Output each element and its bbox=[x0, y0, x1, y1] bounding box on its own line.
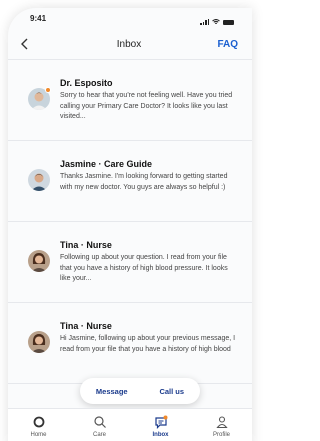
home-icon bbox=[33, 416, 44, 428]
page-title: Inbox bbox=[116, 39, 142, 50]
tab-care[interactable]: Care bbox=[80, 415, 120, 441]
message-item[interactable]: Tina · Nurse Hi Jasmine, following up ab… bbox=[8, 303, 252, 384]
message-preview: Thanks Jasmine. I'm looking forward to g… bbox=[60, 173, 228, 191]
sender-name: Jasmine · Care Guide bbox=[60, 159, 153, 169]
message-button[interactable]: Message bbox=[96, 387, 128, 396]
floating-action-bar: Message Call us bbox=[80, 378, 200, 404]
message-preview: Sorry to hear that you're not feeling we… bbox=[60, 92, 233, 120]
faq-link[interactable]: FAQ bbox=[208, 39, 238, 50]
chat-icon bbox=[154, 415, 167, 429]
message-list: Dr. Esposito Sorry to hear that you're n… bbox=[8, 60, 252, 384]
tab-inbox[interactable]: Inbox bbox=[141, 415, 181, 441]
unread-dot bbox=[45, 87, 51, 93]
avatar-wrap bbox=[28, 331, 50, 353]
status-icons bbox=[200, 14, 234, 30]
chevron-left-icon[interactable] bbox=[20, 37, 50, 53]
call-us-button[interactable]: Call us bbox=[159, 387, 184, 396]
tab-label: Profile bbox=[212, 432, 230, 438]
signal-icon bbox=[200, 19, 209, 25]
tab-bar: Home Care Inbox Profile bbox=[8, 408, 252, 441]
message-item[interactable]: Tina · Nurse Following up about your que… bbox=[8, 222, 252, 303]
tab-label: Inbox bbox=[152, 432, 169, 438]
avatar bbox=[28, 331, 50, 353]
avatar bbox=[28, 169, 50, 191]
tab-profile[interactable]: Profile bbox=[202, 415, 242, 441]
sender-name: Tina · Nurse bbox=[60, 321, 112, 331]
sender-name: Dr. Esposito bbox=[60, 78, 113, 88]
tab-label: Care bbox=[92, 432, 106, 438]
tab-label: Home bbox=[30, 432, 47, 438]
avatar-wrap bbox=[28, 87, 51, 110]
profile-icon bbox=[215, 416, 228, 429]
message-preview: Hi Jasmine, following up about your prev… bbox=[60, 335, 236, 353]
search-icon bbox=[93, 416, 106, 428]
avatar-wrap bbox=[28, 169, 50, 191]
message-item[interactable]: Jasmine · Care Guide Thanks Jasmine. I'm… bbox=[8, 141, 252, 222]
message-preview: Following up about your question. I read… bbox=[60, 254, 228, 282]
status-bar: 9:41 bbox=[8, 8, 252, 30]
wifi-icon bbox=[212, 19, 220, 24]
avatar-wrap bbox=[28, 250, 50, 272]
status-time: 9:41 bbox=[30, 14, 47, 23]
battery-icon bbox=[223, 19, 234, 25]
phone-frame: 9:41 Inbox FAQ Dr. Esposito Sorry to hea… bbox=[8, 8, 252, 441]
avatar bbox=[28, 250, 50, 272]
sender-name: Tina · Nurse bbox=[60, 240, 112, 250]
nav-bar: Inbox FAQ bbox=[8, 30, 252, 60]
tab-home[interactable]: Home bbox=[19, 415, 59, 441]
message-item[interactable]: Dr. Esposito Sorry to hear that you're n… bbox=[8, 60, 252, 141]
